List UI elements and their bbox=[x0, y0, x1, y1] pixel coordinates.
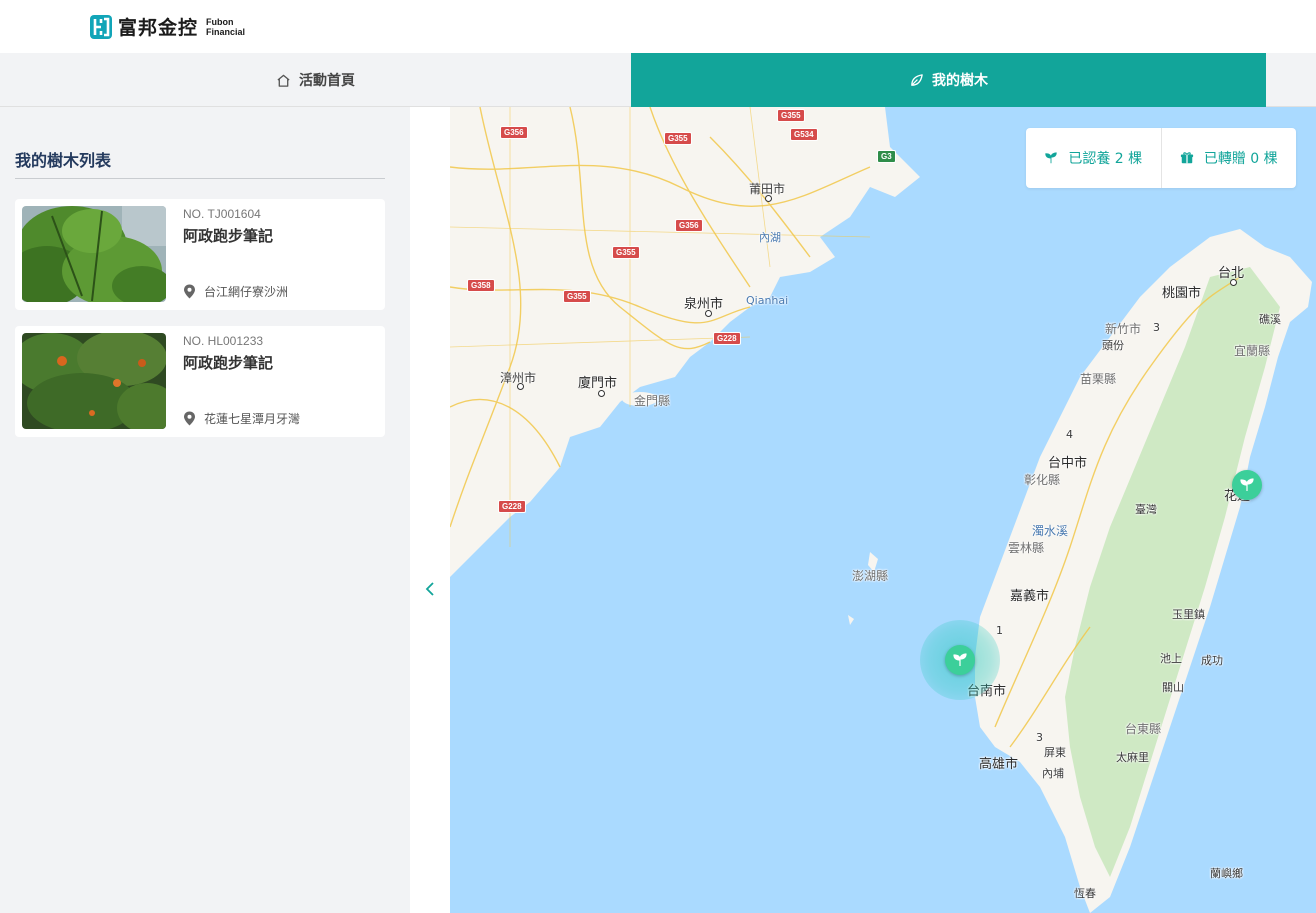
map-label-xiamen: 廈門市 bbox=[578, 376, 618, 391]
highway-shield: G356 bbox=[500, 126, 528, 139]
location-pin-icon bbox=[184, 411, 195, 426]
tree-location: 花蓮七星潭月牙灣 bbox=[183, 410, 300, 427]
map-label-jiaoxi: 礁溪 bbox=[1259, 313, 1281, 326]
tree-name: 阿政跑步筆記 bbox=[183, 227, 274, 245]
highway-shield: G228 bbox=[498, 500, 526, 513]
sprout-icon bbox=[1240, 478, 1254, 491]
highway-shield: G355 bbox=[777, 109, 805, 122]
tree-number: NO. TJ001604 bbox=[183, 207, 261, 221]
city-dot bbox=[765, 195, 772, 202]
main-tabs: 活動首頁 我的樹木 bbox=[0, 53, 1316, 107]
tree-location-label: 台江網仔寮沙洲 bbox=[204, 285, 289, 299]
brand-logo[interactable]: 富邦金控 Fubon Financial bbox=[90, 13, 245, 40]
sidebar-collapse-strip bbox=[410, 107, 450, 913]
highway-shield: G534 bbox=[790, 128, 818, 141]
map-label-guanshan: 關山 bbox=[1162, 681, 1184, 694]
map-label-yunlin: 雲林縣 bbox=[1008, 541, 1045, 555]
sprout-icon bbox=[1045, 152, 1058, 164]
tree-list-sidebar: 我的樹木列表 NO. TJ001604 阿政跑步筆記 台江網仔寮沙洲 NO. H… bbox=[0, 107, 410, 913]
map-basemap bbox=[450, 107, 1312, 913]
sidebar-divider bbox=[15, 178, 385, 179]
map-label-taiwan: 臺灣 bbox=[1135, 503, 1157, 516]
tree-location-label: 花蓮七星潭月牙灣 bbox=[204, 412, 301, 426]
map-label-kaohsiung: 高雄市 bbox=[979, 757, 1019, 772]
brand-name-en: Fubon Financial bbox=[206, 16, 246, 37]
tree-name: 阿政跑步筆記 bbox=[183, 354, 274, 372]
tree-location: 台江網仔寮沙洲 bbox=[183, 283, 288, 300]
highway-shield: G355 bbox=[612, 246, 640, 259]
map-label-penghu: 澎湖縣 bbox=[852, 569, 889, 583]
top-header: 富邦金控 Fubon Financial bbox=[0, 0, 1316, 53]
tree-photo bbox=[22, 206, 166, 302]
sidebar-title: 我的樹木列表 bbox=[15, 151, 112, 170]
collapse-sidebar-button[interactable] bbox=[420, 578, 440, 600]
map-label-qianhai: Qianhai bbox=[746, 294, 789, 307]
gifted-label: 已轉贈 0 棵 bbox=[1203, 151, 1278, 167]
map-label-yuli: 玉里鎮 bbox=[1172, 608, 1205, 621]
map-label-taoyuan: 桃園市 bbox=[1162, 286, 1202, 301]
brand-name-zh: 富邦金控 bbox=[118, 17, 199, 39]
map-label-neipu: 內埔 bbox=[1042, 767, 1064, 780]
fubon-logo-icon bbox=[90, 14, 112, 39]
tree-map[interactable]: G356 G355 G355 G534 G3 G356 G355 G358 G3… bbox=[450, 107, 1316, 913]
city-dot bbox=[705, 310, 712, 317]
leaf-icon bbox=[911, 73, 923, 86]
map-label-chishang: 池上 bbox=[1160, 652, 1182, 665]
map-label-taipei: 台北 bbox=[1218, 266, 1245, 281]
map-label-zhuoshui: 濁水溪 bbox=[1032, 524, 1069, 538]
map-label-changhua: 彰化縣 bbox=[1024, 473, 1061, 487]
city-dot bbox=[517, 383, 524, 390]
gifted-count[interactable]: 已轉贈 0 棵 bbox=[1160, 128, 1297, 188]
map-label-neihu: 內湖 bbox=[759, 231, 781, 244]
tree-number: NO. HL001233 bbox=[183, 334, 264, 348]
map-label-toufen: 頭份 bbox=[1102, 339, 1124, 352]
map-label-kinmen: 金門縣 bbox=[634, 394, 671, 408]
map-label-taitung: 台東縣 bbox=[1125, 722, 1162, 736]
highway-shield: G358 bbox=[467, 279, 495, 292]
highway-shield: G3 bbox=[877, 150, 896, 163]
adopted-label: 已認養 2 棵 bbox=[1068, 151, 1143, 167]
tab-home-label: 活動首頁 bbox=[299, 73, 355, 89]
tree-marker-hualien[interactable] bbox=[1232, 470, 1262, 500]
sprout-icon bbox=[953, 653, 967, 666]
highway-shield: G228 bbox=[713, 332, 741, 345]
adopted-count[interactable]: 已認養 2 棵 bbox=[1026, 128, 1161, 188]
location-pin-icon bbox=[184, 284, 195, 299]
home-icon bbox=[277, 74, 290, 87]
highway-shield: G355 bbox=[664, 132, 692, 145]
map-label-chiayi: 嘉義市 bbox=[1010, 589, 1050, 604]
map-label-hsinchu: 新竹市 bbox=[1105, 322, 1142, 336]
map-label-lanyu: 蘭嶼鄉 bbox=[1210, 867, 1243, 880]
tree-photo bbox=[22, 333, 166, 429]
tab-my-trees[interactable]: 我的樹木 bbox=[631, 53, 1266, 107]
route-badge: 1 bbox=[996, 624, 1003, 637]
highway-shield: G356 bbox=[675, 219, 703, 232]
route-badge: 4 bbox=[1066, 428, 1073, 441]
tab-home[interactable]: 活動首頁 bbox=[0, 53, 631, 107]
map-label-yilan: 宜蘭縣 bbox=[1234, 344, 1271, 358]
map-label-hengchun: 恆春 bbox=[1074, 887, 1096, 900]
tree-card[interactable]: NO. HL001233 阿政跑步筆記 花蓮七星潭月牙灣 bbox=[15, 326, 385, 437]
map-label-chenggong: 成功 bbox=[1201, 654, 1223, 667]
tree-card[interactable]: NO. TJ001604 阿政跑步筆記 台江網仔寮沙洲 bbox=[15, 199, 385, 310]
gift-icon bbox=[1180, 152, 1193, 164]
route-badge: 3 bbox=[1036, 731, 1043, 744]
city-dot bbox=[1230, 279, 1237, 286]
tree-marker-tainan[interactable] bbox=[945, 645, 975, 675]
map-label-taimali: 太麻里 bbox=[1116, 751, 1149, 764]
map-label-quanzhou: 泉州市 bbox=[684, 297, 724, 312]
map-label-taichung: 台中市 bbox=[1048, 456, 1088, 471]
map-label-pingtung: 屏東 bbox=[1044, 746, 1066, 759]
tab-my-trees-label: 我的樹木 bbox=[932, 73, 988, 89]
map-label-miaoli: 苗栗縣 bbox=[1080, 372, 1117, 386]
highway-shield: G355 bbox=[563, 290, 591, 303]
city-dot bbox=[598, 390, 605, 397]
tree-stats-panel: 已認養 2 棵 已轉贈 0 棵 bbox=[1026, 128, 1296, 188]
route-badge: 3 bbox=[1153, 321, 1160, 334]
chevron-left-icon bbox=[425, 582, 434, 596]
